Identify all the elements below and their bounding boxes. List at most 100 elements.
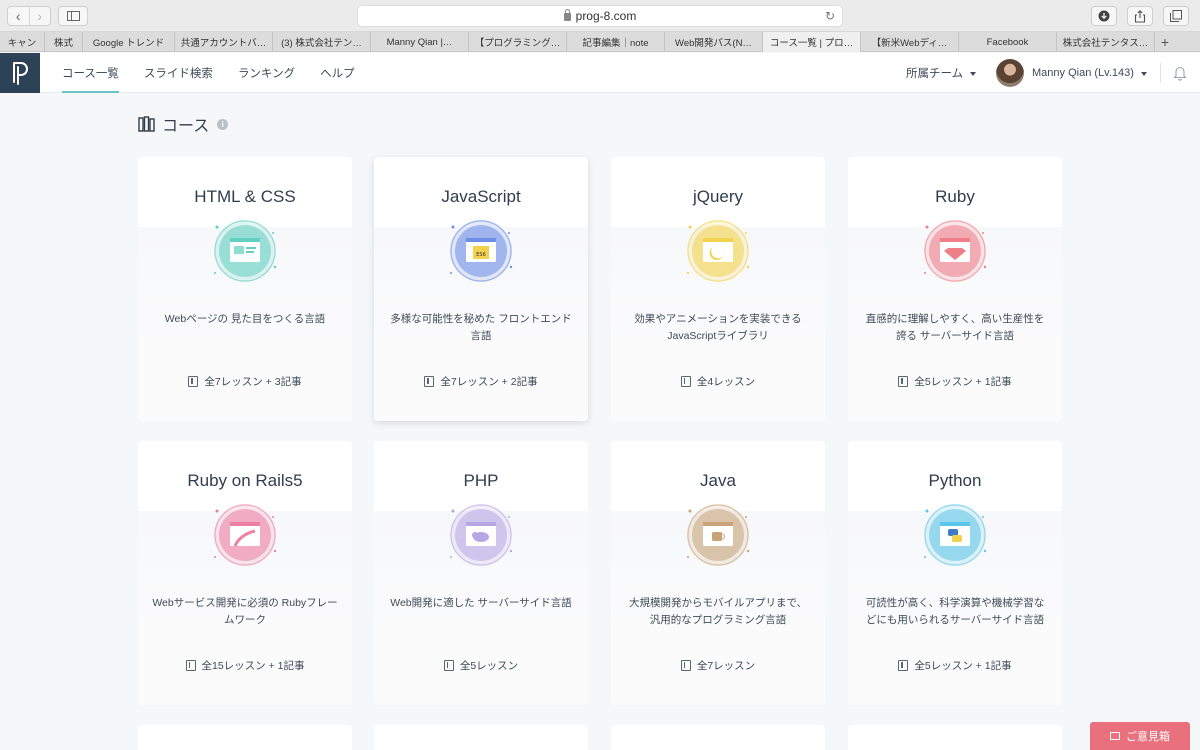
- course-title: HTML & CSS: [194, 187, 296, 206]
- reload-icon[interactable]: ↻: [825, 9, 835, 23]
- info-icon[interactable]: i: [217, 118, 229, 130]
- course-title: Ruby: [935, 187, 975, 206]
- nav-help[interactable]: ヘルプ: [320, 53, 355, 93]
- course-title: jQuery: [692, 187, 744, 206]
- book-icon: [185, 660, 196, 671]
- browser-tab[interactable]: (3) 株式会社テン…: [273, 32, 371, 52]
- course-card[interactable]: Python 可読性が高く、科学演算や機械学習な どにも用いられるサーバーサイド…: [848, 441, 1062, 705]
- browser-tab[interactable]: Facebook: [959, 32, 1057, 52]
- course-card[interactable]: Java 大規模開発からモバイルアプリまで、 汎用的なプログラミング言語 全7レ…: [611, 441, 825, 705]
- bell-icon[interactable]: [1173, 65, 1187, 81]
- team-label: 所属チーム: [906, 68, 964, 80]
- course-card[interactable]: Ruby on Rails5 Webサービス開発に必須の Rubyフレー ムワー…: [138, 441, 352, 705]
- browser-tab[interactable]: 共通アカウントバ…: [175, 32, 273, 52]
- back-icon[interactable]: ‹: [8, 7, 29, 25]
- course-title: Python: [928, 471, 982, 490]
- browser-tab[interactable]: 【プログラミング…: [469, 32, 567, 52]
- share-button[interactable]: [1127, 6, 1153, 26]
- course-meta: 全5レッスン + 1記事: [848, 658, 1062, 673]
- url-text: prog-8.com: [575, 9, 637, 23]
- browser-tab-bar: キャン 株式 Google トレンド 共通アカウントバ… (3) 株式会社テン… Mann…: [0, 32, 1200, 52]
- browser-tab[interactable]: 記事編集｜note: [567, 32, 665, 52]
- course-title: JavaScript: [441, 187, 521, 206]
- course-lesson-count: 全4レッスン: [696, 376, 756, 388]
- browser-tab[interactable]: 【新米Webディ…: [861, 32, 959, 52]
- php-elephant-icon: [449, 503, 513, 567]
- book-icon: [898, 660, 909, 671]
- course-description: 可読性が高く、科学演算や機械学習な どにも用いられるサーバーサイド言語: [865, 597, 1045, 626]
- javascript-es6-icon: ES6: [449, 219, 513, 283]
- jquery-icon: [686, 219, 750, 283]
- user-name: Manny Qian (Lv.143): [1032, 67, 1134, 79]
- course-card-partial[interactable]: [848, 725, 1062, 750]
- browser-tab[interactable]: コース一覧 | プロ…: [763, 32, 861, 52]
- history-nav: ‹ ›: [7, 6, 51, 26]
- browser-tab[interactable]: Google トレンド: [83, 32, 175, 52]
- course-card[interactable]: Ruby 直感的に理解しやすく、高い生産性を 誇る サーバーサイド言語 全5レッ…: [848, 157, 1062, 421]
- course-card-partial[interactable]: [374, 725, 588, 750]
- course-lesson-count: 全5レッスン + 1記事: [914, 660, 1012, 672]
- browser-tab[interactable]: 株式: [45, 32, 83, 52]
- course-card[interactable]: HTML & CSS Webページの 見た目をつくる言語 全7レッスン + 3記…: [138, 157, 352, 421]
- downloads-button[interactable]: [1091, 6, 1117, 26]
- share-icon: [1134, 9, 1146, 23]
- course-lesson-count: 全15レッスン + 1記事: [201, 660, 305, 672]
- python-icon: [923, 503, 987, 567]
- course-description: 直感的に理解しやすく、高い生産性を 誇る サーバーサイド言語: [865, 313, 1045, 342]
- course-description: 効果やアニメーションを実装できる JavaScriptライブラリ: [634, 313, 802, 342]
- rails-icon: [213, 503, 277, 567]
- course-card[interactable]: PHP Web開発に適した サーバーサイド言語 全5レッスン: [374, 441, 588, 705]
- nav-course-list[interactable]: コース一覧: [62, 53, 119, 93]
- book-icon: [443, 660, 454, 671]
- browser-tab[interactable]: 株式会社テンタス…: [1057, 32, 1155, 52]
- course-meta: 全4レッスン: [611, 374, 825, 389]
- tabs-overview-button[interactable]: [1163, 6, 1189, 26]
- address-bar[interactable]: prog-8.com ↻: [357, 5, 843, 27]
- course-card-partial[interactable]: [611, 725, 825, 750]
- svg-text:ES6: ES6: [476, 252, 486, 258]
- books-icon: [138, 116, 155, 132]
- course-card[interactable]: jQuery 効果やアニメーションを実装できる JavaScriptライブラリ …: [611, 157, 825, 421]
- tabs-icon: [1170, 10, 1182, 22]
- course-description: Web開発に適した サーバーサイド言語: [390, 597, 572, 609]
- main-nav: コース一覧 スライド検索 ランキング ヘルプ: [62, 53, 380, 93]
- course-lesson-count: 全7レッスン: [696, 660, 756, 672]
- nav-ranking[interactable]: ランキング: [238, 53, 295, 93]
- course-description: 多様な可能性を秘めた フロントエンド 言語: [390, 313, 572, 342]
- book-icon: [680, 660, 691, 671]
- course-card[interactable]: JavaScript ES6 多様な可能性を秘めた フロントエンド 言語 全7レ…: [374, 157, 588, 421]
- browser-tab[interactable]: キャン: [0, 32, 45, 52]
- header-divider: [1160, 63, 1161, 83]
- course-meta: 全7レッスン + 2記事: [374, 374, 588, 389]
- book-icon: [680, 376, 691, 387]
- course-title: Ruby on Rails5: [187, 471, 303, 490]
- course-description: Webサービス開発に必須の Rubyフレー ムワーク: [152, 597, 338, 626]
- lock-icon: [563, 9, 571, 21]
- user-menu[interactable]: Manny Qian (Lv.143): [1032, 53, 1147, 93]
- feedback-button[interactable]: ご意見箱: [1090, 722, 1190, 750]
- book-icon: [424, 376, 435, 387]
- course-meta: 全15レッスン + 1記事: [138, 658, 352, 673]
- section-heading: コース i: [138, 113, 229, 135]
- sidebar-toggle-button[interactable]: [58, 6, 88, 26]
- chevron-down-icon: [1140, 72, 1147, 76]
- feedback-label: ご意見箱: [1126, 731, 1170, 743]
- logo-icon: [13, 62, 28, 85]
- course-card-partial[interactable]: [138, 725, 352, 750]
- course-meta: 全7レッスン + 3記事: [138, 374, 352, 389]
- avatar[interactable]: [996, 59, 1024, 87]
- html-css-icon: [213, 219, 277, 283]
- forward-icon[interactable]: ›: [28, 7, 51, 25]
- nav-slide-search[interactable]: スライド検索: [144, 53, 213, 93]
- team-dropdown[interactable]: 所属チーム: [906, 53, 977, 93]
- book-icon: [898, 376, 909, 387]
- browser-tab[interactable]: Manny Qian |…: [371, 32, 469, 52]
- progate-logo[interactable]: [0, 53, 40, 93]
- new-tab-icon[interactable]: +: [1155, 32, 1175, 51]
- mail-icon: [1110, 732, 1120, 740]
- browser-tab[interactable]: Web開発パス(N…: [665, 32, 763, 52]
- course-lesson-count: 全5レッスン: [459, 660, 519, 672]
- ruby-gem-icon: [923, 219, 987, 283]
- course-meta: 全5レッスン + 1記事: [848, 374, 1062, 389]
- course-title: PHP: [463, 471, 499, 490]
